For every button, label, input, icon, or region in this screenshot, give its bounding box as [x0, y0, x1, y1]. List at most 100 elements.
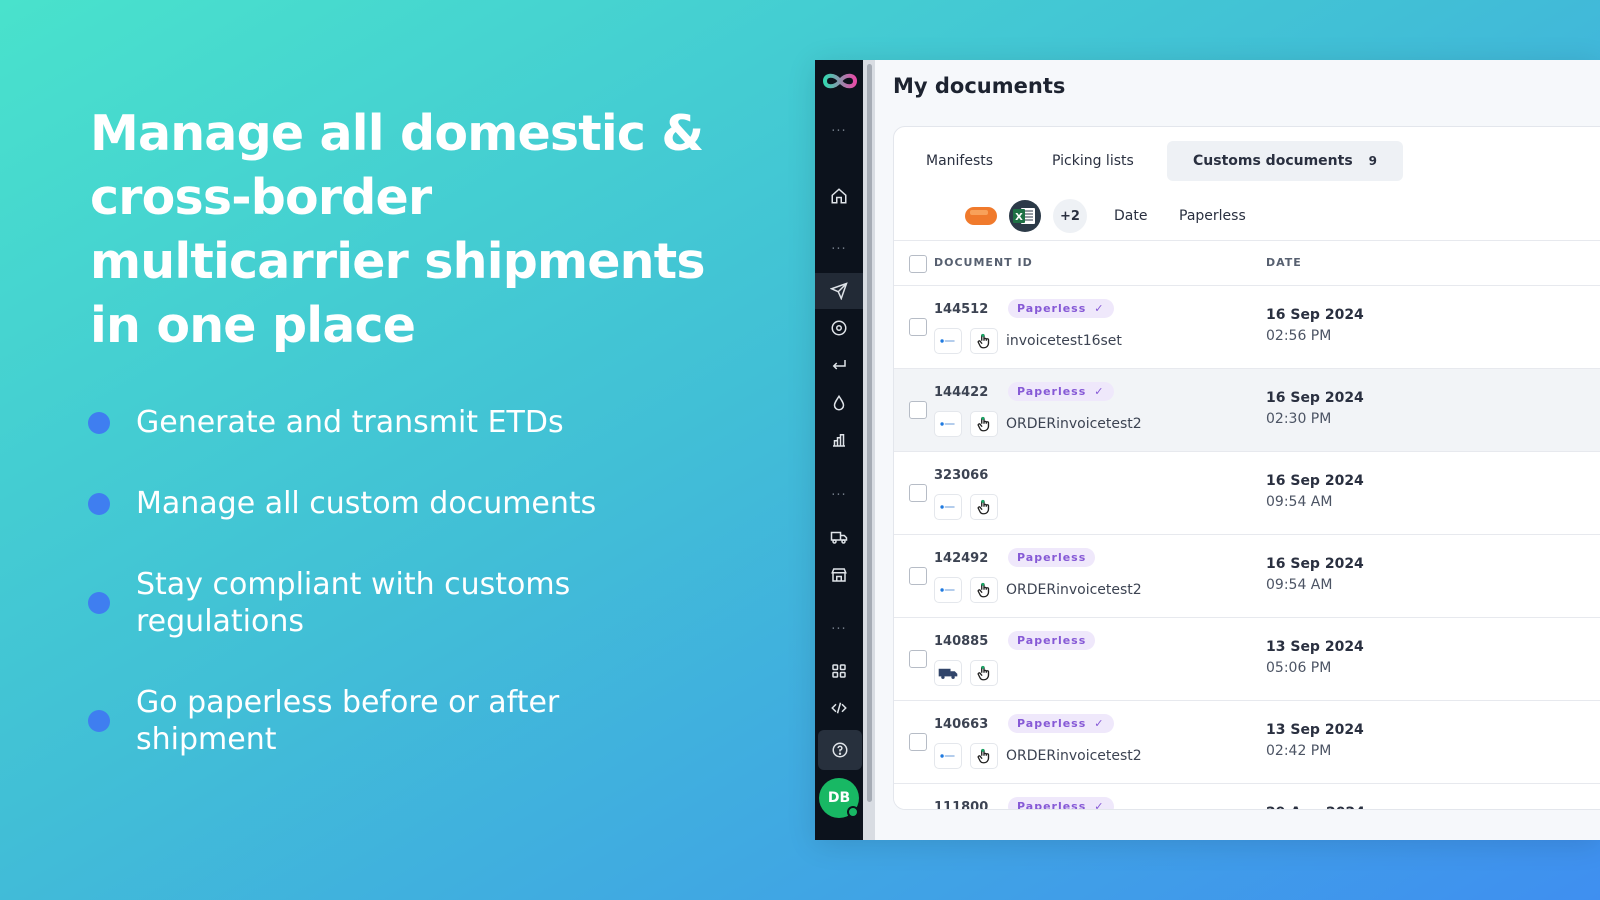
- location-icon: [831, 320, 847, 336]
- tab-label: Picking lists: [1052, 153, 1134, 169]
- document-id[interactable]: 111800: [934, 800, 988, 809]
- feature-item: Stay compliant with customs regulations: [88, 566, 750, 640]
- tab-label: Manifests: [926, 153, 994, 169]
- badge-label: Paperless: [1017, 634, 1087, 647]
- sidebar-item-developers[interactable]: [815, 690, 863, 726]
- carrier-filter-chip[interactable]: [964, 199, 998, 233]
- sidebar-item-stores[interactable]: [815, 557, 863, 593]
- headline: Manage all domestic & cross-border multi…: [90, 105, 706, 354]
- row-checkbox[interactable]: [909, 484, 927, 502]
- feature-text: Go paperless before or after shipment: [136, 685, 560, 757]
- excel-filter-chip[interactable]: X: [1008, 199, 1042, 233]
- document-filename[interactable]: ORDERinvoicetest2: [1006, 416, 1142, 432]
- analytics-icon: [833, 434, 845, 447]
- feature-list: Generate and transmit ETDs Manage all cu…: [88, 404, 750, 758]
- document-time: 02:42 PM: [1266, 743, 1332, 759]
- tab-label: Customs documents: [1193, 153, 1353, 169]
- tab-count-badge: 9: [1368, 154, 1378, 168]
- document-time: 09:54 AM: [1266, 494, 1333, 510]
- carrier-logo: [934, 743, 962, 769]
- table-row[interactable]: 140663 Paperless ✓ ORDERinvoicetest2 13 Sep …: [894, 701, 1600, 784]
- tap-icon: [975, 581, 993, 599]
- check-icon: ✓: [1094, 302, 1105, 315]
- document-id[interactable]: 144422: [934, 385, 988, 400]
- sidebar-item-apps[interactable]: [815, 653, 863, 689]
- tap-icon: [975, 332, 993, 350]
- apps-icon: [832, 664, 846, 678]
- sidebar-item-carriers[interactable]: [815, 519, 863, 555]
- tab-picking-lists[interactable]: Picking lists: [1052, 141, 1134, 181]
- document-filename[interactable]: invoicetest16set: [1006, 333, 1122, 349]
- check-icon: ✓: [1094, 800, 1105, 810]
- brand-logo-icon: [822, 73, 858, 89]
- return-icon: [832, 360, 846, 370]
- generic-carrier-logo: [936, 496, 960, 518]
- paperless-filter[interactable]: Paperless: [1179, 199, 1246, 233]
- paperless-badge: Paperless: [1008, 548, 1096, 567]
- sidebar-item-shipments[interactable]: [815, 273, 863, 309]
- help-icon: [832, 742, 848, 758]
- help-button[interactable]: [818, 730, 862, 770]
- tab-customs-documents[interactable]: Customs documents 9: [1167, 141, 1404, 181]
- row-checkbox[interactable]: [909, 567, 927, 585]
- document-filename[interactable]: ORDERinvoicetest2: [1006, 748, 1142, 764]
- table-row[interactable]: 144422 Paperless ✓ ORDERinvoicetest2 16 Sep …: [894, 369, 1600, 452]
- date-filter[interactable]: Date: [1114, 199, 1147, 233]
- sidebar-separator-dots: ···: [831, 488, 847, 503]
- carrier-box-icon: [965, 207, 997, 225]
- etd-action-button[interactable]: [970, 494, 998, 520]
- sidebar-item-drop[interactable]: [815, 385, 863, 421]
- document-filename[interactable]: ORDERinvoicetest2: [1006, 582, 1142, 598]
- table-row[interactable]: 111800 Paperless ✓ 29 Aug 2024: [894, 784, 1600, 810]
- select-all-checkbox[interactable]: [909, 255, 927, 273]
- row-checkbox[interactable]: [909, 318, 927, 336]
- row-checkbox[interactable]: [909, 401, 927, 419]
- table-row[interactable]: 142492 Paperless ORDERinvoicetest2 16 Sep 2…: [894, 535, 1600, 618]
- feature-text: Stay compliant with customs regulations: [136, 567, 571, 639]
- home-icon: [831, 188, 847, 204]
- row-checkbox[interactable]: [909, 733, 927, 751]
- document-time: 02:56 PM: [1266, 328, 1332, 344]
- online-status-indicator: [847, 806, 859, 818]
- document-id[interactable]: 140885: [934, 634, 988, 649]
- document-id[interactable]: 140663: [934, 717, 988, 732]
- store-icon: [831, 568, 847, 582]
- sidebar-item-tracking[interactable]: [815, 310, 863, 346]
- tab-manifests[interactable]: Manifests: [926, 141, 993, 181]
- bullet-dot: [88, 710, 110, 732]
- more-filters-chip[interactable]: +2: [1053, 199, 1087, 233]
- table-row[interactable]: 323066 16 Sep 2024 09:54 AM: [894, 452, 1600, 535]
- document-date: 13 Sep 2024: [1266, 722, 1364, 738]
- etd-action-button[interactable]: [970, 743, 998, 769]
- sidebar-separator-dots: ···: [831, 242, 847, 257]
- etd-action-button[interactable]: [970, 660, 998, 686]
- truck-carrier-logo: [936, 662, 960, 684]
- paperless-badge: Paperless ✓: [1008, 797, 1114, 810]
- generic-carrier-logo: [936, 745, 960, 767]
- document-date: 29 Aug 2024: [1266, 805, 1365, 809]
- table-row[interactable]: 144512 Paperless ✓ invoicetest16set 16 Sep 2…: [894, 286, 1600, 369]
- document-id[interactable]: 144512: [934, 302, 988, 317]
- column-header-date: DATE: [1266, 256, 1302, 269]
- scrollbar-thumb[interactable]: [867, 64, 872, 802]
- check-icon: ✓: [1094, 385, 1105, 398]
- etd-action-button[interactable]: [970, 328, 998, 354]
- etd-action-button[interactable]: [970, 577, 998, 603]
- badge-label: Paperless: [1017, 551, 1087, 564]
- document-id[interactable]: 323066: [934, 468, 988, 483]
- document-id[interactable]: 142492: [934, 551, 988, 566]
- table-row[interactable]: 140885 Paperless 13 Sep 2024 05:06 PM: [894, 618, 1600, 701]
- row-checkbox[interactable]: [909, 650, 927, 668]
- tap-icon: [975, 664, 993, 682]
- etd-action-button[interactable]: [970, 411, 998, 437]
- sidebar-item-returns[interactable]: [815, 348, 863, 384]
- sidebar-item-home[interactable]: [815, 178, 863, 214]
- sidebar-item-analytics[interactable]: [815, 422, 863, 458]
- documents-card: Manifests Picking lists Customs document…: [893, 126, 1600, 810]
- badge-label: Paperless: [1017, 385, 1087, 398]
- feature-text: Generate and transmit ETDs: [136, 405, 564, 440]
- check-icon: ✓: [1094, 717, 1105, 730]
- generic-carrier-logo: [936, 330, 960, 352]
- document-date: 13 Sep 2024: [1266, 639, 1364, 655]
- feature-item: Go paperless before or after shipment: [88, 684, 750, 758]
